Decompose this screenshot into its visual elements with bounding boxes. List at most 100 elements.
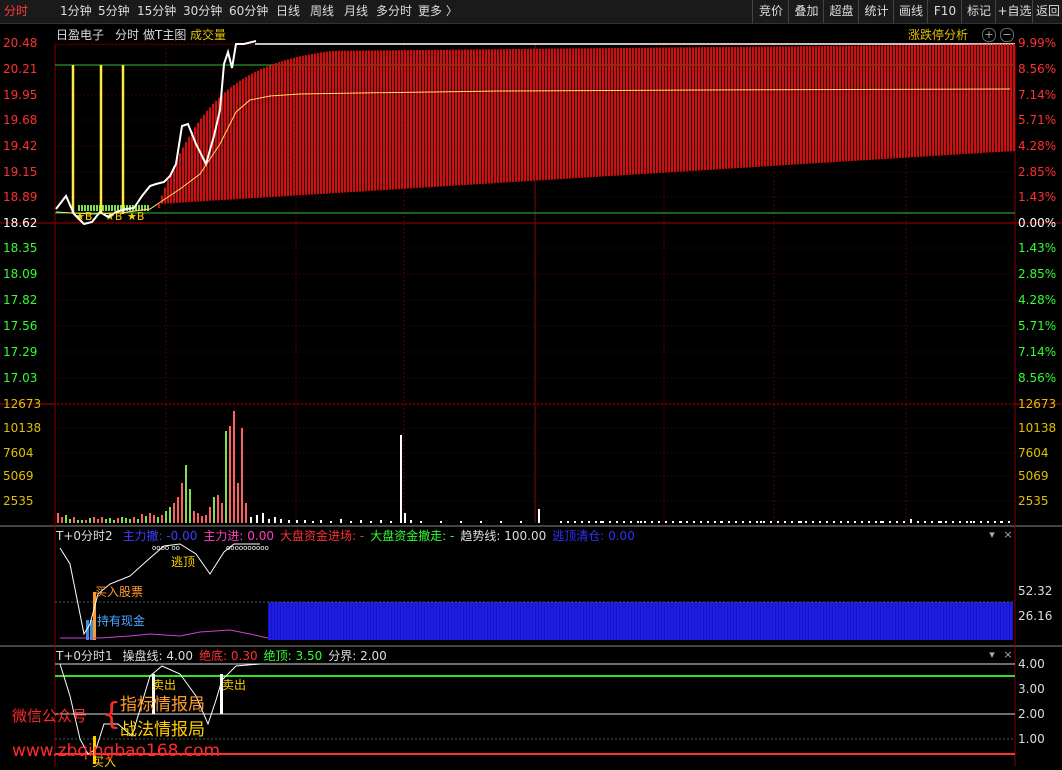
dropdown-icon[interactable]: ▾ (986, 529, 998, 541)
red-bar (944, 44, 947, 156)
volume-bar (966, 521, 968, 523)
price-tick: 19.42 (3, 139, 38, 153)
volume-bar (777, 521, 779, 523)
red-bar (632, 47, 635, 175)
volume-bar (141, 514, 143, 523)
red-bar (344, 50, 347, 193)
volume-bar (826, 521, 828, 523)
red-bar (896, 45, 899, 159)
red-bar (176, 159, 179, 203)
red-bar (200, 118, 203, 202)
red-bar (878, 45, 881, 160)
red-bar (413, 50, 416, 189)
tab-3[interactable]: 15分钟 (137, 3, 176, 20)
red-bar (929, 44, 932, 157)
volume-bar (880, 521, 882, 523)
red-bar (641, 47, 644, 175)
red-bar (362, 50, 365, 192)
volume-bar (440, 521, 442, 523)
right-tab-5[interactable]: F10 (927, 0, 962, 23)
red-bar (899, 45, 902, 159)
green-bar (96, 205, 98, 211)
volume-bar (169, 507, 171, 523)
red-bar (920, 44, 923, 157)
red-bar (893, 45, 896, 159)
volume-bar (129, 519, 131, 523)
red-bar (860, 45, 863, 161)
tab-4[interactable]: 30分钟 (183, 3, 222, 20)
red-bar (662, 47, 665, 173)
red-bar (947, 44, 950, 156)
red-bar (581, 48, 584, 178)
red-bar (719, 46, 722, 170)
limit-analysis-link[interactable]: 涨跌停分析 (908, 26, 968, 43)
close-icon[interactable]: × (1002, 529, 1014, 541)
minus-icon[interactable]: − (1000, 28, 1014, 42)
tab-10[interactable]: 更多 〉 (418, 3, 458, 20)
red-bar (458, 49, 461, 186)
red-bar (743, 46, 746, 168)
tab-9[interactable]: 多分时 (376, 3, 412, 20)
right-tab-2[interactable]: 超盘 (823, 0, 859, 23)
volume-bar (69, 519, 71, 523)
close-icon[interactable]: × (1002, 649, 1014, 661)
volume-bar (903, 521, 905, 523)
tab-7[interactable]: 周线 (310, 3, 334, 20)
red-bar (797, 46, 800, 165)
red-bar (989, 44, 992, 153)
indicator-value: 逃顶清仓: 0.00 (552, 529, 635, 543)
tab-8[interactable]: 月线 (344, 3, 368, 20)
red-bar (410, 50, 413, 189)
volume-bar (61, 517, 63, 523)
tab-5[interactable]: 60分钟 (229, 3, 268, 20)
volume-bar (574, 521, 576, 523)
red-bar (428, 49, 431, 188)
volume-bar (644, 521, 646, 523)
right-tab-6[interactable]: 标记 (961, 0, 996, 23)
sub2-tick: 1.00 (1018, 732, 1045, 746)
red-bar (587, 48, 590, 178)
volume-bar (237, 483, 239, 523)
volume-bar (940, 521, 942, 523)
red-bar (902, 45, 905, 158)
right-tab-0[interactable]: 竞价 (752, 0, 789, 23)
volume-bar (65, 515, 67, 523)
red-bar (911, 45, 914, 158)
red-bar (224, 92, 227, 200)
dropdown-icon[interactable]: ▾ (986, 649, 998, 661)
add-icon[interactable]: + (982, 28, 996, 42)
volume-tick-left: 7604 (3, 446, 34, 460)
tab-2[interactable]: 5分钟 (98, 3, 130, 20)
red-bar (452, 49, 455, 186)
indicator-value: 主力进: 0.00 (203, 529, 274, 543)
red-bar (644, 47, 647, 174)
right-tab-1[interactable]: 叠加 (788, 0, 824, 23)
volume-bar (600, 521, 602, 523)
indicator-value: 绝顶: 3.50 (263, 649, 323, 663)
red-bar (503, 49, 506, 183)
right-tab-7[interactable]: +自选 (995, 0, 1033, 23)
tab-0[interactable]: 分时 (4, 3, 28, 20)
red-bar (533, 48, 536, 181)
red-bar (506, 49, 509, 183)
red-bar (779, 46, 782, 166)
volume-bar (460, 521, 462, 523)
indicator-name[interactable]: 做T主图 (143, 26, 186, 43)
red-bar (227, 89, 230, 200)
red-bar (689, 47, 692, 172)
tab-1[interactable]: 1分钟 (60, 3, 92, 20)
volume-bar (93, 517, 95, 523)
red-bar (233, 84, 236, 200)
tab-6[interactable]: 日线 (276, 3, 300, 20)
sub2-header: T+0分时1 操盘线: 4.00 绝底: 0.30 绝顶: 3.50 分界: 2.00 (56, 647, 387, 664)
right-tab-4[interactable]: 画线 (893, 0, 928, 23)
red-bar (881, 45, 884, 160)
sub2-tick: 2.00 (1018, 707, 1045, 721)
volume-bar (637, 521, 639, 523)
volume-bar (225, 431, 227, 523)
volume-bar (917, 521, 919, 523)
pct-tick: 0.00% (1018, 216, 1057, 230)
right-tab-8[interactable]: 返回 (1032, 0, 1062, 23)
red-bar (350, 50, 353, 193)
right-tab-3[interactable]: 统计 (858, 0, 894, 23)
